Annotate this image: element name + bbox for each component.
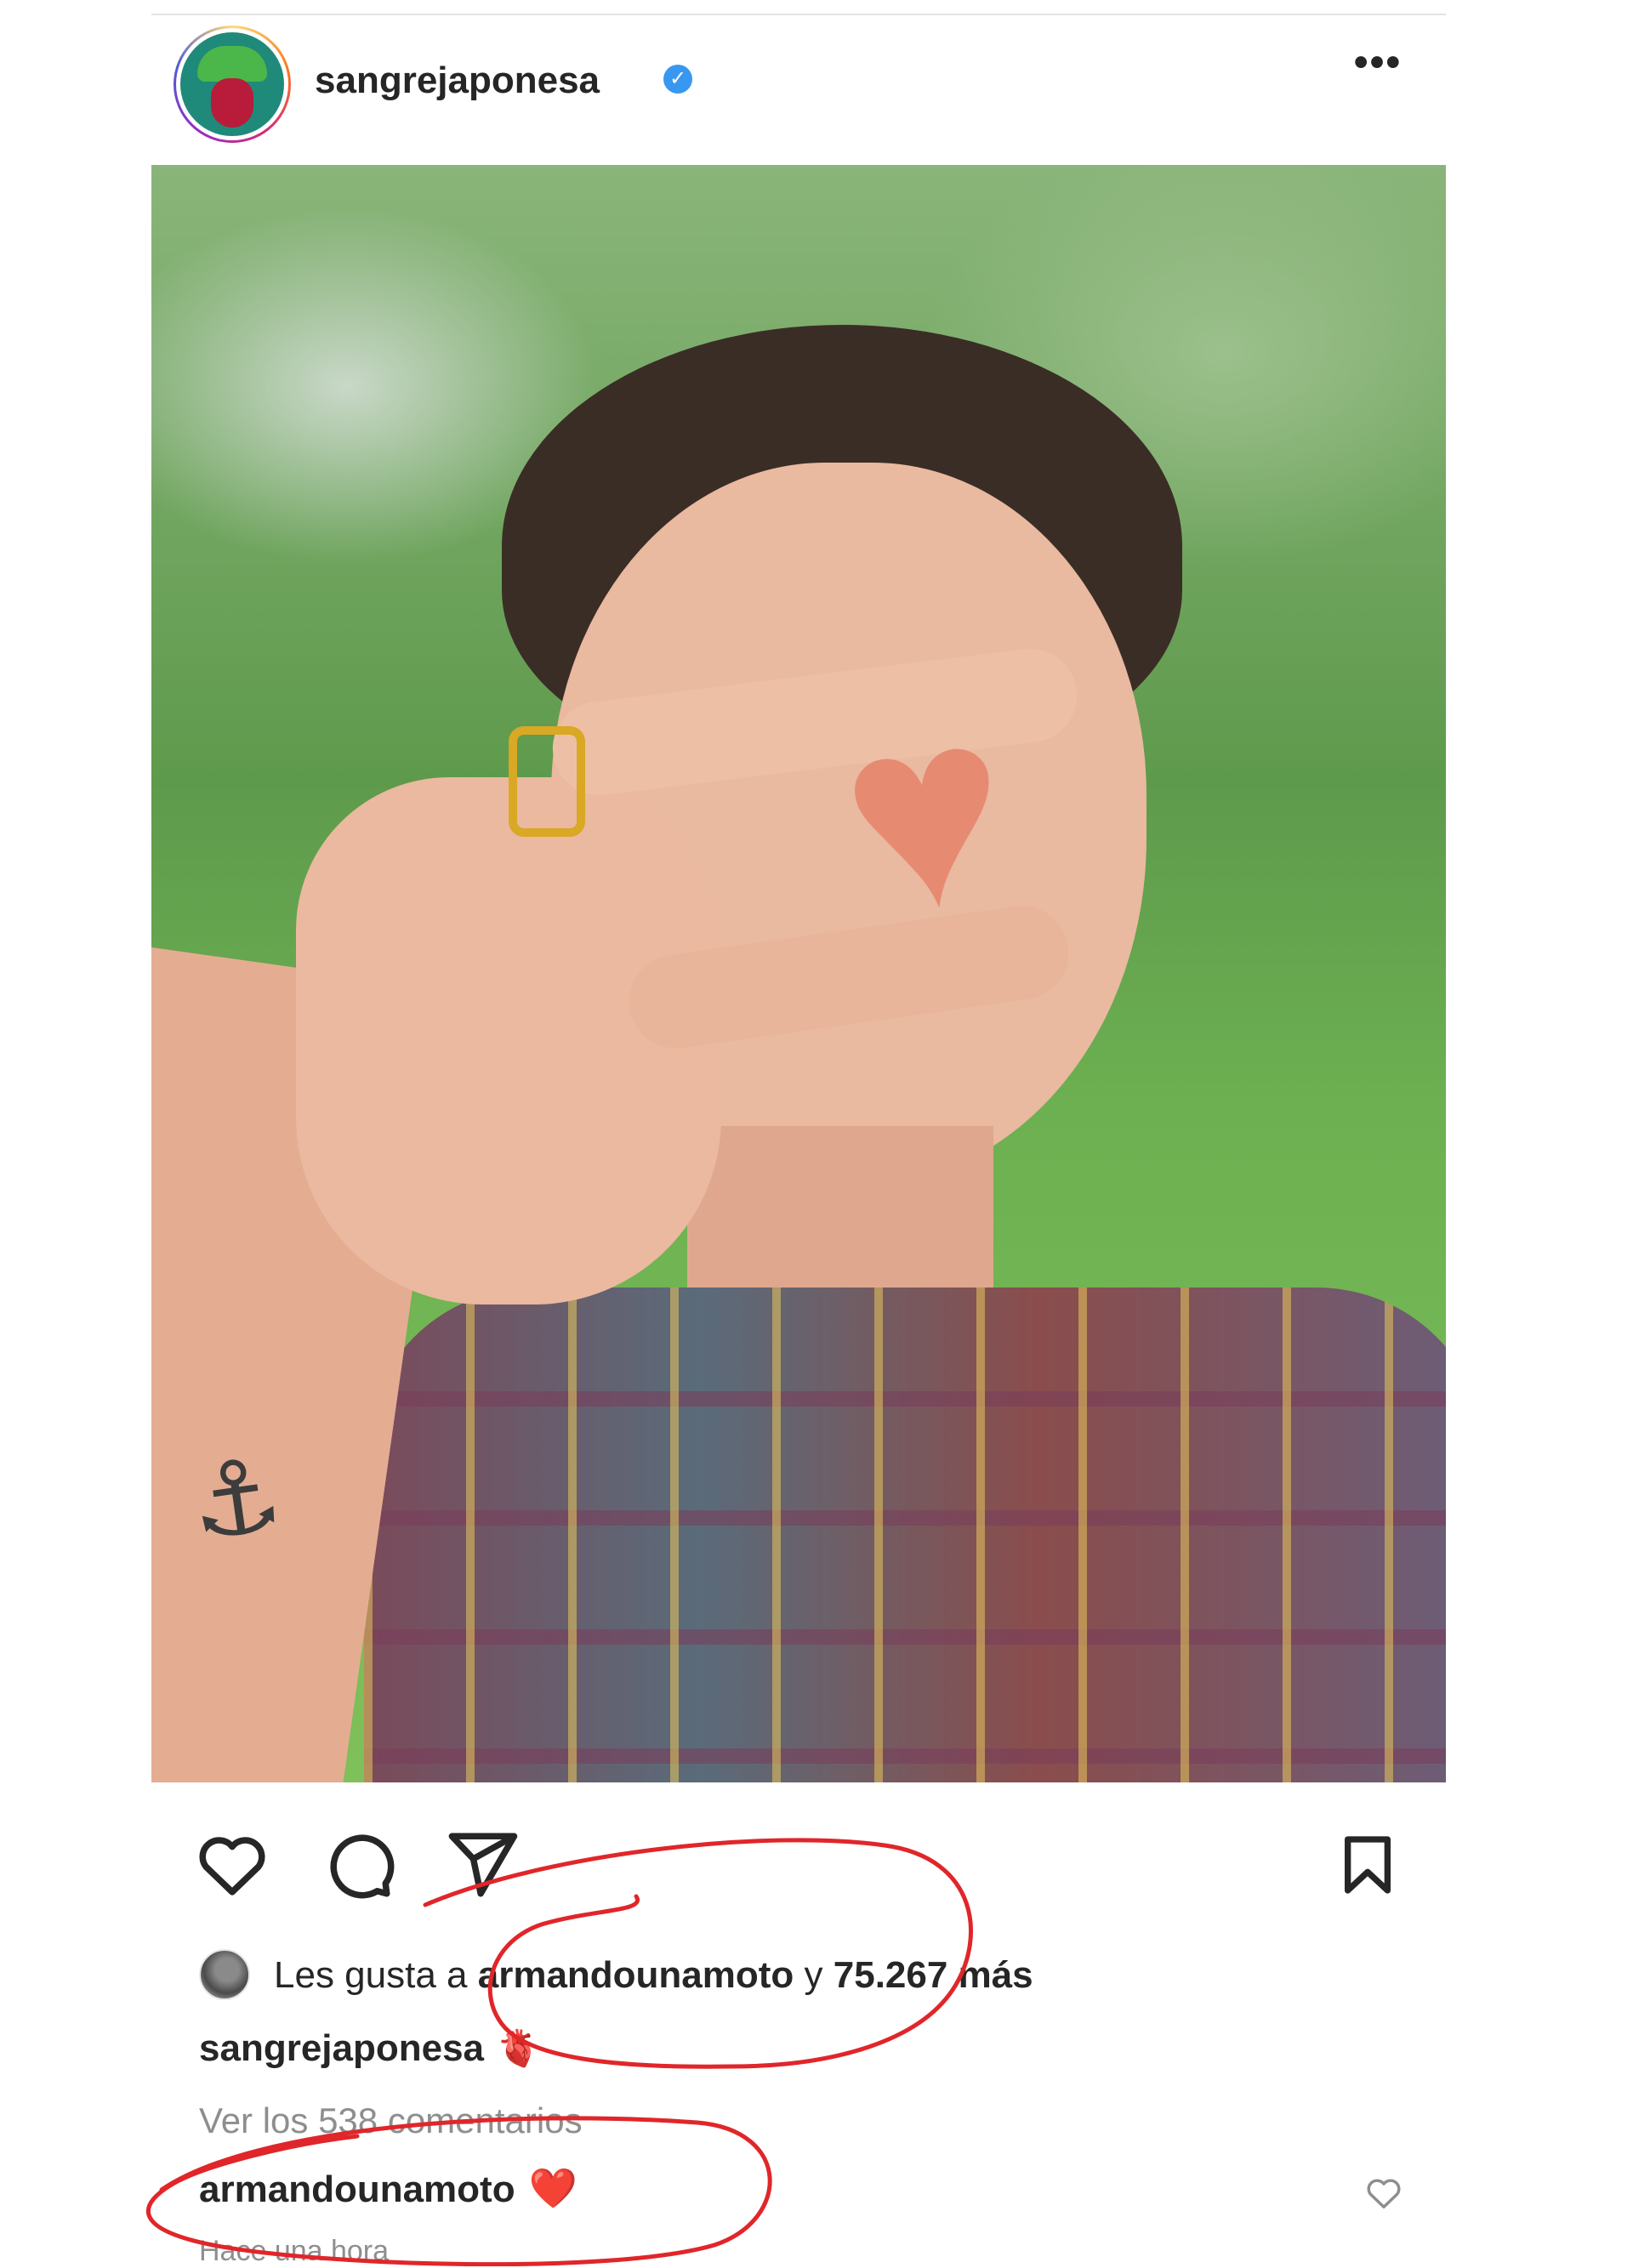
comment-item: armandounamoto ❤️ (199, 2165, 578, 2212)
avatar-face (211, 78, 253, 128)
top-divider (151, 14, 1446, 15)
paper-plane-icon (448, 1833, 518, 1897)
view-comments-link[interactable]: Ver los 538 comentarios (199, 2100, 583, 2141)
red-heart-emoji: ❤️ (528, 2166, 578, 2210)
bookmark-icon (1345, 1836, 1391, 1894)
comment-bubble-icon (330, 1834, 395, 1899)
post-timestamp: Hace una hora (199, 2235, 390, 2267)
caption-username[interactable]: sangrejaponesa (199, 2027, 484, 2069)
avatar-hat (197, 46, 267, 82)
post-photo[interactable]: ♥ ⚓ (151, 165, 1446, 1782)
share-button[interactable] (444, 1827, 521, 1903)
photo-heart-shape: ♥ (824, 649, 1027, 974)
post-header: sangrejaponesa ✓ ••• (151, 20, 1446, 143)
anatomical-heart-emoji: 🫀 (496, 2028, 541, 2068)
profile-avatar[interactable] (174, 26, 291, 143)
likes-count[interactable]: 75.267 más (834, 1954, 1033, 1996)
photo-gold-ring (509, 726, 585, 837)
post-caption: sangrejaponesa 🫀 (199, 2027, 540, 2070)
more-options-button[interactable]: ••• (1344, 43, 1412, 88)
photo-anchor-tattoo: ⚓ (183, 1436, 290, 1562)
heart-icon (199, 1837, 265, 1896)
post-username[interactable]: sangrejaponesa (315, 60, 600, 102)
comment-like-button[interactable] (1364, 2174, 1403, 2213)
likes-prefix: Les gusta a (274, 1954, 478, 1996)
heart-outline-icon (1367, 2179, 1401, 2209)
like-button[interactable] (194, 1827, 270, 1903)
likes-middle: y (794, 1954, 834, 1996)
liker-avatar[interactable] (199, 1949, 250, 2000)
liker-username[interactable]: armandounamoto (478, 1954, 794, 1996)
likes-text: Les gusta a armandounamoto y 75.267 más (274, 1954, 1033, 1997)
comment-username[interactable]: armandounamoto (199, 2169, 515, 2210)
photo-plaid-shirt (364, 1287, 1446, 1782)
verified-badge-icon: ✓ (663, 65, 692, 94)
comment-button[interactable] (320, 1827, 396, 1903)
save-button[interactable] (1334, 1827, 1402, 1903)
avatar-image (180, 32, 284, 136)
